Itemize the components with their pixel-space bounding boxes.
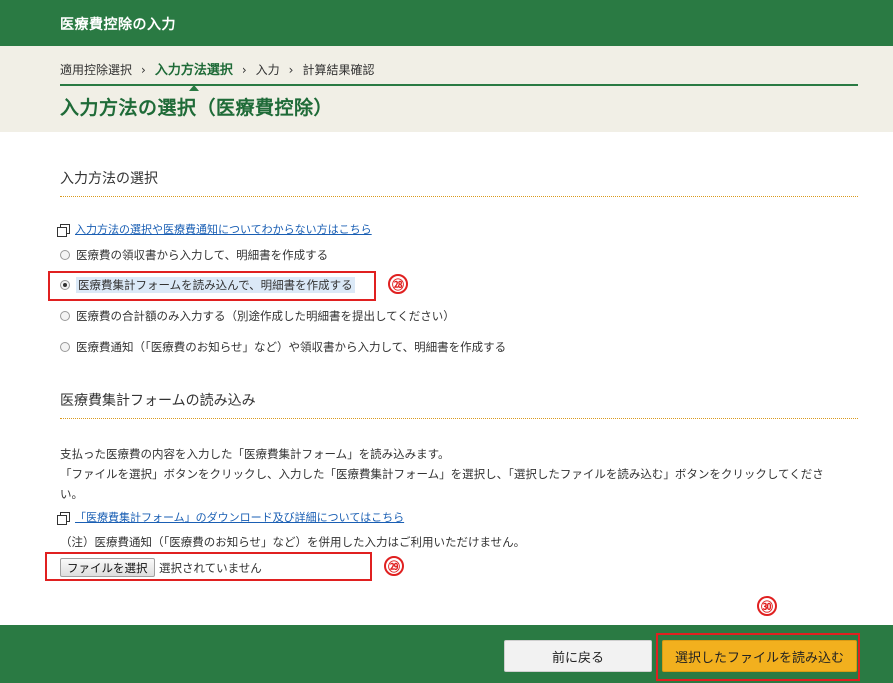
back-button[interactable]: 前に戻る: [504, 640, 652, 672]
description-line: 「ファイルを選択」ボタンをクリックし、入力した「医療費集計フォーム」を選択し、「…: [60, 467, 824, 481]
method-section-heading: 入力方法の選択: [60, 168, 858, 197]
breadcrumb-divider: [60, 84, 858, 86]
method-option-notice[interactable]: 医療費通知（「医療費のお知らせ」など）や領収書から入力して、明細書を作成する: [60, 339, 506, 355]
highlight-box-file-select: [45, 552, 372, 581]
option-label: 医療費の領収書から入力して、明細書を作成する: [76, 248, 329, 262]
app-header: 医療費控除の入力: [0, 0, 893, 46]
help-link[interactable]: 入力方法の選択や医療費通知についてわからない方はこちら: [75, 223, 372, 236]
new-window-icon: [57, 224, 70, 237]
breadcrumb-separator: ›: [141, 63, 146, 77]
help-link-row: 入力方法の選択や医療費通知についてわからない方はこちら: [57, 221, 372, 237]
breadcrumb: 適用控除選択 › 入力方法選択 › 入力 › 計算結果確認: [60, 59, 375, 91]
breadcrumb-item-input-method-current: 入力方法選択: [155, 59, 233, 91]
highlight-box-form-option: [48, 271, 376, 301]
breadcrumb-item-deduction-select: 適用控除選択: [60, 63, 133, 77]
form-description: 支払った医療費の内容を入力した「医療費集計フォーム」を読み込みます。 「ファイル…: [60, 444, 850, 504]
description-line: 支払った医療費の内容を入力した「医療費集計フォーム」を読み込みます。: [60, 447, 450, 461]
breadcrumb-item-input: 入力: [255, 63, 280, 77]
highlight-box-load-button: [656, 633, 860, 681]
method-option-total[interactable]: 医療費の合計額のみ入力する（別途作成した明細書を提出してください）: [60, 308, 455, 324]
annotation-badge-28: ㉘: [388, 274, 408, 294]
radio-button[interactable]: [60, 311, 70, 321]
radio-button[interactable]: [60, 250, 70, 260]
page-title: 入力方法の選択（医療費控除）: [60, 97, 334, 119]
radio-button[interactable]: [60, 342, 70, 352]
breadcrumb-separator: ›: [241, 63, 247, 77]
method-option-receipt[interactable]: 医療費の領収書から入力して、明細書を作成する: [60, 247, 328, 263]
download-link[interactable]: 「医療費集計フォーム」のダウンロード及び詳細についてはこちら: [75, 511, 404, 524]
annotation-badge-29: ㉙: [384, 556, 404, 576]
form-section-heading: 医療費集計フォームの読み込み: [60, 390, 858, 419]
new-window-icon: [57, 512, 70, 525]
breadcrumb-item-result-confirm: 計算結果確認: [302, 63, 375, 77]
option-label: 医療費の合計額のみ入力する（別途作成した明細書を提出してください）: [76, 309, 455, 323]
form-note: （注）医療費通知（「医療費のお知らせ」など）を併用した入力はご利用いただけません…: [60, 535, 526, 549]
option-label: 医療費通知（「医療費のお知らせ」など）や領収書から入力して、明細書を作成する: [76, 340, 507, 354]
description-line: い。: [60, 487, 83, 501]
download-link-row: 「医療費集計フォーム」のダウンロード及び詳細についてはこちら: [57, 509, 404, 525]
breadcrumb-separator: ›: [288, 63, 294, 77]
app-title: 医療費控除の入力: [60, 17, 176, 33]
annotation-badge-30: ㉚: [757, 596, 777, 616]
